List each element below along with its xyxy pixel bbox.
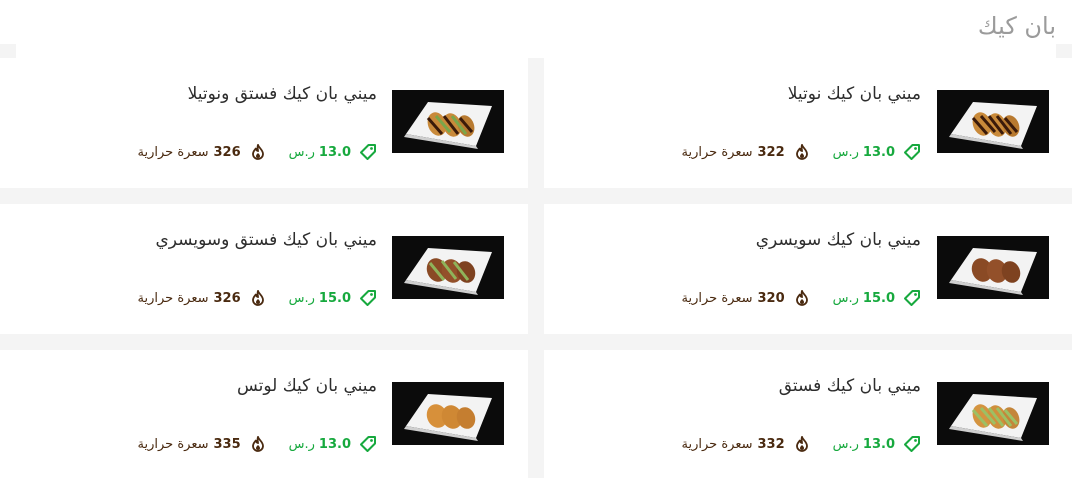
price: 15.0 ر.س xyxy=(289,289,377,307)
menu-item-name: ميني بان كيك فستق وسويسري xyxy=(155,230,377,250)
price: 15.0 ر.س xyxy=(833,289,921,307)
menu-item-card[interactable]: ميني بان كيك فستق 13.0 ر.س 332 سعرة حرار… xyxy=(544,350,1072,478)
currency-label: ر.س xyxy=(288,290,315,306)
menu-item-meta: 13.0 ر.س 332 سعرة حرارية xyxy=(682,434,921,454)
calories: 322 سعرة حرارية xyxy=(681,142,809,160)
price: 13.0 ر.س xyxy=(833,435,921,453)
price-tag-icon xyxy=(359,435,377,453)
price: 13.0 ر.س xyxy=(289,143,377,161)
currency-label: ر.س xyxy=(288,436,315,452)
price-tag-icon xyxy=(359,289,377,307)
menu-item-card[interactable]: ميني بان كيك نوتيلا 13.0 ر.س 322 سعرة حر… xyxy=(544,58,1072,188)
price-tag-icon xyxy=(359,143,377,161)
menu-item-name: ميني بان كيك سويسري xyxy=(755,230,921,250)
calories-label: سعرة حرارية xyxy=(681,144,753,160)
menu-item-meta: 13.0 ر.س 326 سعرة حرارية xyxy=(138,142,377,162)
currency-label: ر.س xyxy=(832,290,859,306)
price-tag-icon xyxy=(903,143,921,161)
calories-label: سعرة حرارية xyxy=(681,290,753,306)
fire-icon xyxy=(795,434,809,452)
calories: 335 سعرة حرارية xyxy=(137,434,265,452)
section-title: بان كيك xyxy=(977,12,1056,40)
calories: 320 سعرة حرارية xyxy=(681,288,809,306)
price-value: 13.0 xyxy=(318,144,351,160)
calories-label: سعرة حرارية xyxy=(137,436,209,452)
fire-icon xyxy=(251,288,265,306)
header-bar: بان كيك xyxy=(0,0,1072,44)
price-value: 13.0 xyxy=(862,436,895,452)
price-value: 15.0 xyxy=(318,290,351,306)
calories-value: 332 xyxy=(757,436,785,452)
price: 13.0 ر.س xyxy=(289,435,377,453)
currency-label: ر.س xyxy=(832,436,859,452)
menu-item-meta: 15.0 ر.س 320 سعرة حرارية xyxy=(682,288,921,308)
calories-label: سعرة حرارية xyxy=(137,144,209,160)
price-tag-icon xyxy=(903,435,921,453)
calories: 326 سعرة حرارية xyxy=(137,288,265,306)
menu-item-image[interactable] xyxy=(392,236,504,299)
menu-item-image[interactable] xyxy=(392,90,504,153)
menu-item-meta: 13.0 ر.س 322 سعرة حرارية xyxy=(682,142,921,162)
calories-value: 326 xyxy=(213,144,241,160)
calories: 332 سعرة حرارية xyxy=(681,434,809,452)
price-value: 13.0 xyxy=(318,436,351,452)
calories-value: 326 xyxy=(213,290,241,306)
currency-label: ر.س xyxy=(288,144,315,160)
menu-item-card[interactable]: ميني بان كيك سويسري 15.0 ر.س 320 سعرة حر… xyxy=(544,204,1072,334)
menu-item-name: ميني بان كيك فستق ونوتيلا xyxy=(187,84,377,104)
calories-label: سعرة حرارية xyxy=(681,436,753,452)
price-value: 13.0 xyxy=(862,144,895,160)
menu-item-card[interactable]: ميني بان كيك لوتس 13.0 ر.س 335 سعرة حرار… xyxy=(0,350,528,478)
menu-item-name: ميني بان كيك لوتس xyxy=(236,376,377,396)
fire-icon xyxy=(251,142,265,160)
menu-item-image[interactable] xyxy=(937,90,1049,153)
calories-value: 320 xyxy=(757,290,785,306)
price-tag-icon xyxy=(903,289,921,307)
menu-item-name: ميني بان كيك فستق xyxy=(778,376,921,396)
calories-value: 322 xyxy=(757,144,785,160)
calories-value: 335 xyxy=(213,436,241,452)
menu-item-meta: 15.0 ر.س 326 سعرة حرارية xyxy=(138,288,377,308)
menu-item-card[interactable]: ميني بان كيك فستق وسويسري 15.0 ر.س 326 س… xyxy=(0,204,528,334)
menu-item-image[interactable] xyxy=(937,236,1049,299)
fire-icon xyxy=(795,142,809,160)
menu-item-image[interactable] xyxy=(937,382,1049,445)
calories-label: سعرة حرارية xyxy=(137,290,209,306)
menu-item-name: ميني بان كيك نوتيلا xyxy=(787,84,921,104)
menu-grid: ميني بان كيك نوتيلا 13.0 ر.س 322 سعرة حر… xyxy=(0,58,1072,478)
section-divider xyxy=(16,44,1056,58)
price: 13.0 ر.س xyxy=(833,143,921,161)
menu-item-image[interactable] xyxy=(392,382,504,445)
calories: 326 سعرة حرارية xyxy=(137,142,265,160)
currency-label: ر.س xyxy=(832,144,859,160)
price-value: 15.0 xyxy=(862,290,895,306)
fire-icon xyxy=(251,434,265,452)
menu-item-card[interactable]: ميني بان كيك فستق ونوتيلا 13.0 ر.س 326 س… xyxy=(0,58,528,188)
fire-icon xyxy=(795,288,809,306)
menu-item-meta: 13.0 ر.س 335 سعرة حرارية xyxy=(138,434,377,454)
